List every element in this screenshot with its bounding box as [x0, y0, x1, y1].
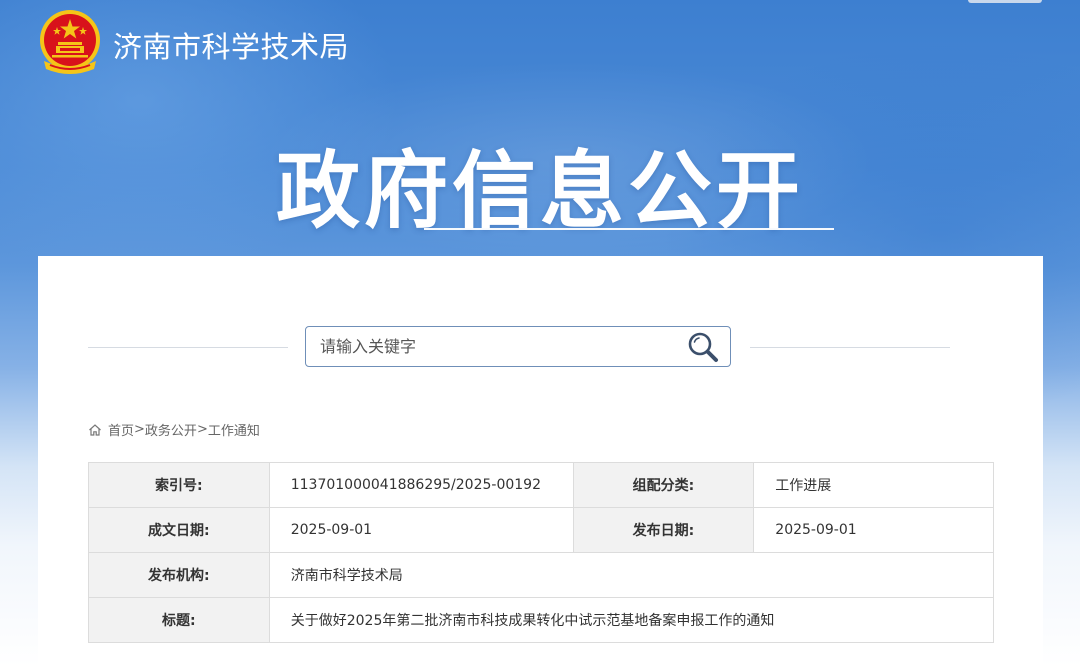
top-tab[interactable] [968, 0, 1042, 3]
index-no-value: 113701000041886295/2025-00192 [268, 462, 574, 508]
table-row: 发布机构: 济南市科学技术局 [88, 552, 995, 598]
divider [750, 347, 950, 348]
breadcrumb-gov-affairs[interactable]: 政务公开 [145, 420, 197, 439]
written-date-label: 成文日期: [88, 507, 270, 553]
search-input[interactable] [320, 327, 670, 366]
breadcrumb-work-notice[interactable]: 工作通知 [208, 420, 260, 439]
search-box [305, 326, 731, 367]
title-value: 关于做好2025年第二批济南市科技成果转化中试示范基地备案申报工作的通知 [268, 597, 995, 643]
publish-date-label: 发布日期: [572, 507, 755, 553]
title-label: 标题: [88, 597, 270, 643]
table-row: 索引号: 113701000041886295/2025-00192 组配分类:… [88, 462, 994, 508]
breadcrumb: 首页 > 政务公开 > 工作通知 [88, 420, 260, 439]
category-label: 组配分类: [572, 462, 755, 508]
title-underline [424, 228, 834, 230]
document-meta-table: 索引号: 113701000041886295/2025-00192 组配分类:… [88, 462, 995, 643]
breadcrumb-home[interactable]: 首页 [108, 420, 134, 439]
table-row: 标题: 关于做好2025年第二批济南市科技成果转化中试示范基地备案申报工作的通知 [88, 597, 995, 643]
breadcrumb-separator: > [134, 422, 145, 437]
publisher-label: 发布机构: [88, 552, 270, 598]
national-emblem-icon [40, 10, 100, 74]
org-name[interactable]: 济南市科学技术局 [113, 24, 349, 66]
category-value: 工作进展 [753, 462, 994, 508]
publish-date-value: 2025-09-01 [753, 507, 994, 553]
written-date-value: 2025-09-01 [268, 507, 574, 553]
index-no-label: 索引号: [88, 462, 270, 508]
home-icon [89, 423, 101, 436]
page-title: 政府信息公开 [275, 142, 804, 240]
table-row: 成文日期: 2025-09-01 发布日期: 2025-09-01 [88, 507, 994, 553]
breadcrumb-separator: > [196, 422, 208, 437]
search-icon[interactable] [686, 330, 720, 364]
publisher-value: 济南市科学技术局 [268, 552, 995, 598]
divider [88, 347, 288, 348]
